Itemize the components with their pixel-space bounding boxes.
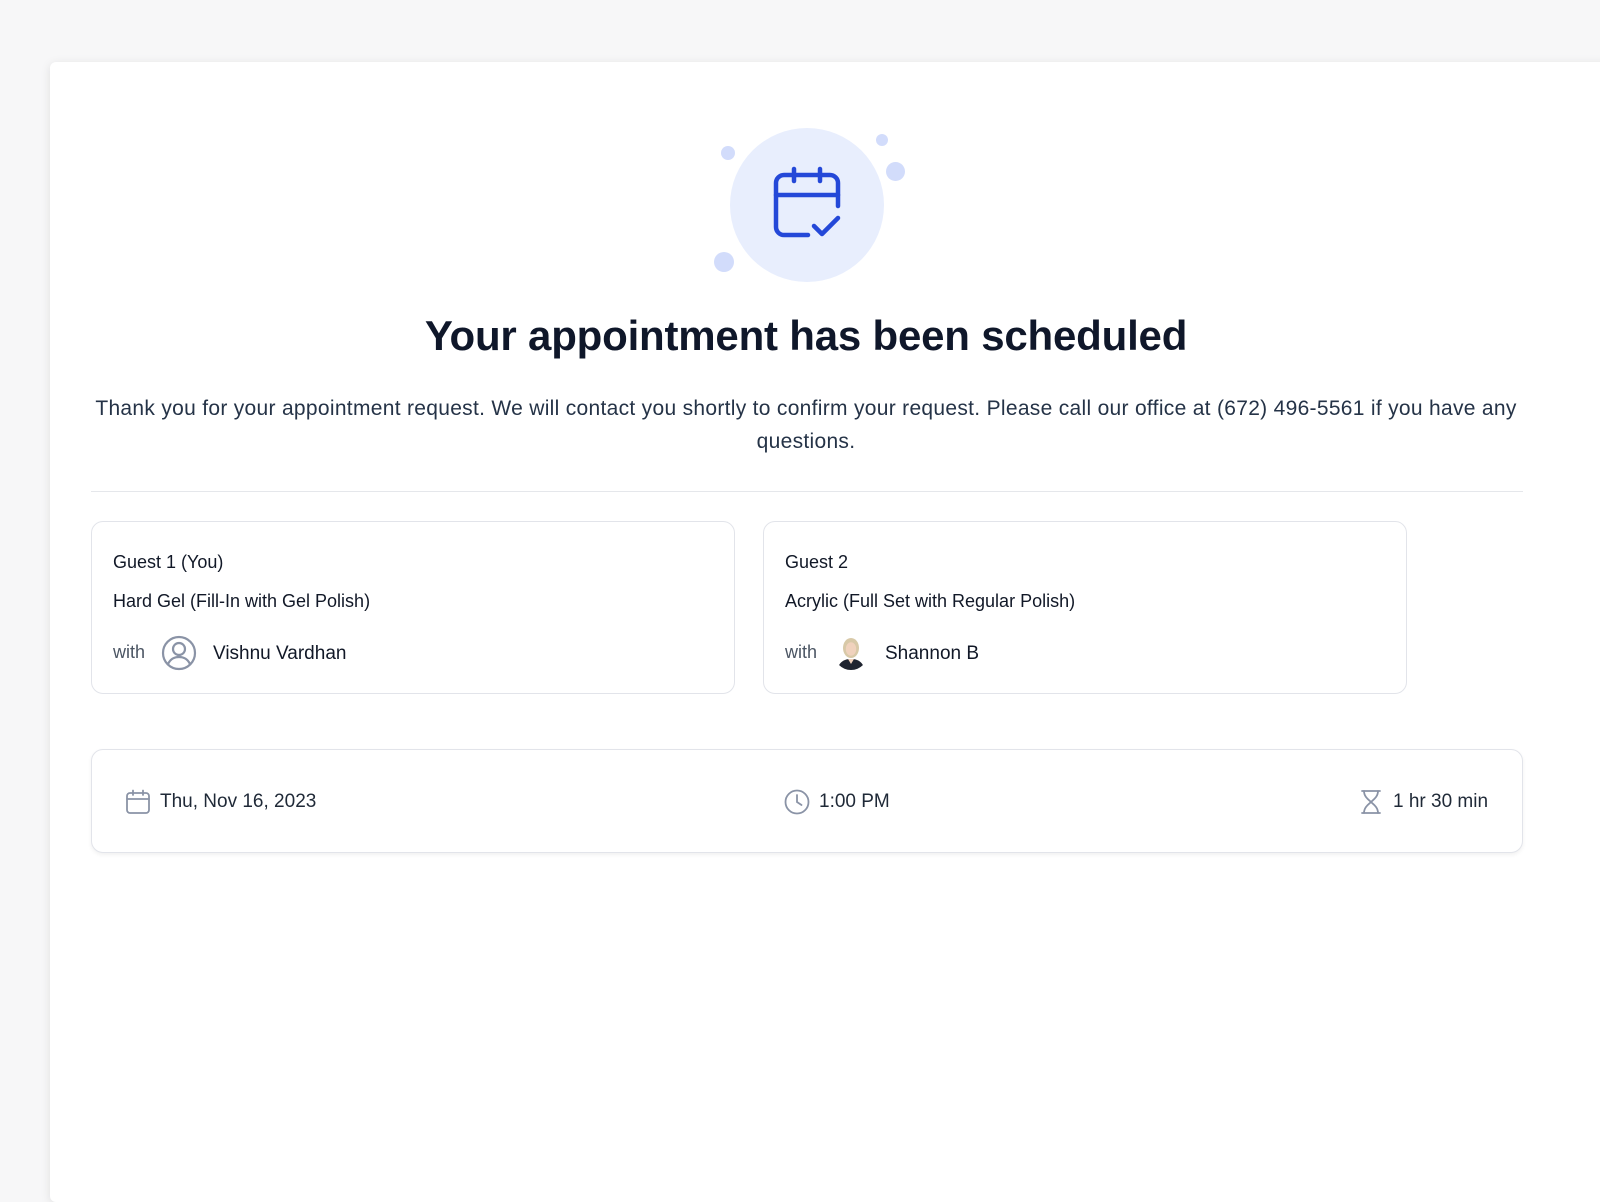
- appointment-duration: 1 hr 30 min: [1393, 791, 1489, 812]
- guest-card: Guest 1 (You) Hard Gel (Fill-In with Gel…: [91, 521, 735, 694]
- page-title: Your appointment has been scheduled: [424, 312, 1188, 359]
- clock-icon: [784, 789, 810, 815]
- user-circle-icon: [161, 635, 197, 671]
- confirmation-message: Thank you for your appointment request. …: [95, 397, 1517, 453]
- staff-photo-avatar: [834, 636, 868, 670]
- appointment-time: 1:00 PM: [819, 791, 890, 812]
- service-name: Acrylic (Full Set with Regular Polish): [785, 591, 1076, 611]
- summary-date: Thu, Nov 16, 2023: [125, 788, 316, 816]
- decor-dot: [714, 252, 734, 272]
- divider: [91, 491, 1523, 492]
- appointment-date: Thu, Nov 16, 2023: [160, 791, 317, 812]
- staff-name: Vishnu Vardhan: [213, 643, 347, 664]
- guest-name: Guest 1 (You): [113, 552, 224, 572]
- guest-card: Guest 2 Acrylic (Full Set with Regular P…: [763, 521, 1407, 694]
- calendar-icon: [126, 789, 150, 814]
- decor-dot: [876, 134, 888, 146]
- guest-name: Guest 2: [785, 552, 849, 572]
- with-label: with: [785, 642, 818, 662]
- hourglass-icon: [1361, 790, 1381, 814]
- decor-dot: [886, 162, 905, 181]
- with-label: with: [113, 642, 146, 662]
- calendar-check-icon: [773, 166, 841, 238]
- summary-time: 1:00 PM: [784, 788, 890, 816]
- service-name: Hard Gel (Fill-In with Gel Polish): [113, 591, 371, 611]
- confirmation-illustration: [700, 120, 920, 290]
- staff-name: Shannon B: [885, 643, 980, 664]
- appointment-summary: Thu, Nov 16, 2023 1:00 PM 1 hr 30 min: [91, 749, 1523, 853]
- summary-duration: 1 hr 30 min: [1358, 788, 1488, 816]
- decor-dot: [721, 146, 735, 160]
